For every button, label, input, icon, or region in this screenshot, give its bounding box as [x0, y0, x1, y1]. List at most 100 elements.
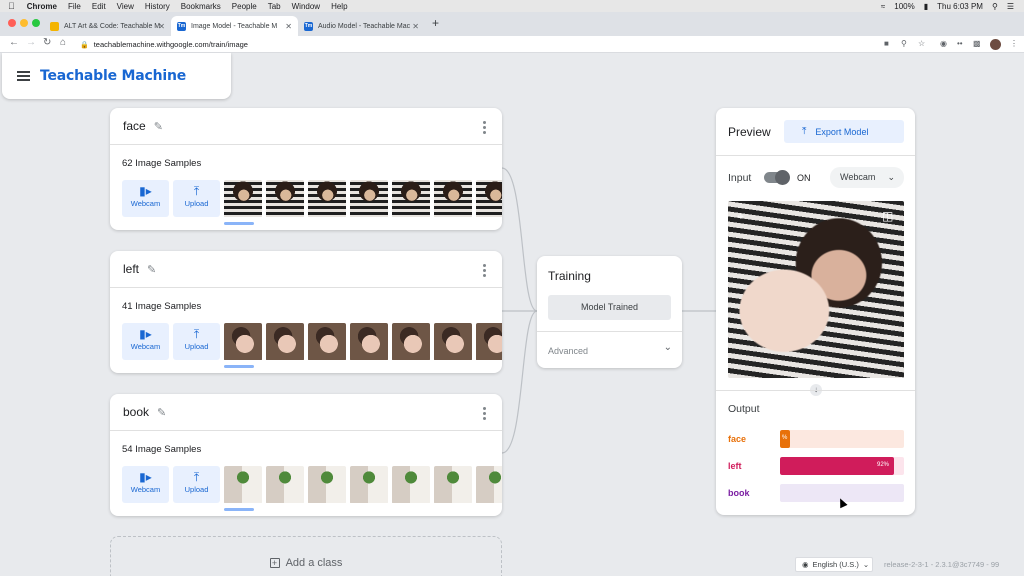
- sample-thumbnails[interactable]: [224, 466, 502, 503]
- sample-thumbnail[interactable]: [308, 323, 346, 360]
- clock-text[interactable]: Thu 6:03 PM: [937, 2, 983, 11]
- crop-icon[interactable]: ⌖: [737, 209, 744, 224]
- upload-button[interactable]: ⤒ Upload: [173, 323, 220, 360]
- chevron-down-icon[interactable]: ⌄: [664, 342, 672, 353]
- sample-thumbnail[interactable]: [392, 323, 430, 360]
- toggle-knob[interactable]: [775, 170, 790, 185]
- sample-thumbnail[interactable]: [308, 466, 346, 503]
- home-icon[interactable]: ⌂: [60, 37, 66, 48]
- extensions-puzzle-icon[interactable]: ▩: [973, 39, 981, 48]
- webcam-button[interactable]: ▮▸ Webcam: [122, 466, 169, 503]
- webcam-button[interactable]: ▮▸ Webcam: [122, 180, 169, 217]
- more-options-icon[interactable]: [483, 407, 486, 422]
- input-source-select[interactable]: Webcam ⌄: [830, 167, 904, 188]
- sample-thumbnail[interactable]: [308, 180, 346, 217]
- export-icon: ⤒: [802, 126, 807, 137]
- address-bar[interactable]: 🔒 teachablemachine.withgoogle.com/train/…: [80, 38, 248, 51]
- sample-thumbnail[interactable]: [266, 180, 304, 217]
- language-select[interactable]: ◉ English (U.S.) ⌄: [795, 557, 873, 572]
- menu-edit[interactable]: Edit: [92, 2, 106, 11]
- menu-history[interactable]: History: [145, 2, 170, 11]
- flip-camera-icon[interactable]: ◫: [882, 209, 893, 223]
- sample-thumbnail[interactable]: [476, 466, 502, 503]
- search-icon[interactable]: ⚲: [992, 2, 998, 11]
- class-name[interactable]: book: [123, 405, 149, 419]
- thumbnail-scrollbar[interactable]: [224, 222, 254, 225]
- sample-thumbnail[interactable]: [434, 466, 472, 503]
- class-name[interactable]: face: [123, 119, 146, 133]
- menu-people[interactable]: People: [232, 2, 257, 11]
- reload-icon[interactable]: ↻: [43, 37, 51, 48]
- thumbnail-scrollbar[interactable]: [224, 508, 254, 511]
- input-toggle[interactable]: [764, 170, 790, 185]
- forward-arrow-icon[interactable]: →: [26, 37, 36, 48]
- sample-thumbnail[interactable]: [266, 466, 304, 503]
- more-options-icon[interactable]: [483, 121, 486, 136]
- menu-file[interactable]: File: [68, 2, 81, 11]
- upload-button[interactable]: ⤒ Upload: [173, 466, 220, 503]
- class-name[interactable]: left: [123, 262, 139, 276]
- train-model-button[interactable]: Model Trained: [548, 295, 671, 320]
- close-window-icon[interactable]: [8, 19, 16, 27]
- sample-thumbnail[interactable]: [224, 323, 262, 360]
- menu-view[interactable]: View: [117, 2, 134, 11]
- sample-thumbnail[interactable]: [392, 180, 430, 217]
- minimize-window-icon[interactable]: [20, 19, 28, 27]
- battery-text[interactable]: 100%: [894, 2, 914, 11]
- sample-thumbnail[interactable]: [434, 180, 472, 217]
- upload-icon: ⤒: [193, 327, 200, 341]
- more-options-icon[interactable]: [483, 264, 486, 279]
- url-text[interactable]: teachablemachine.withgoogle.com/train/im…: [94, 40, 248, 49]
- pencil-icon[interactable]: ✎: [147, 263, 156, 276]
- sample-thumbnail[interactable]: [476, 323, 502, 360]
- close-tab-icon[interactable]: ✕: [285, 22, 292, 31]
- zoom-window-icon[interactable]: [32, 19, 40, 27]
- control-center-icon[interactable]: ☰: [1007, 2, 1014, 11]
- sample-thumbnail[interactable]: [224, 180, 262, 217]
- sample-thumbnail[interactable]: [350, 466, 388, 503]
- zoom-icon[interactable]: ⚲: [901, 39, 907, 48]
- sample-thumbnail[interactable]: [434, 323, 472, 360]
- tab-image-model[interactable]: Tm Image Model - Teachable M ✕: [171, 16, 298, 36]
- bookmark-star-icon[interactable]: ☆: [918, 39, 925, 48]
- profile-avatar[interactable]: [990, 39, 1001, 50]
- export-model-button[interactable]: ⤒ Export Model: [784, 120, 904, 143]
- sample-thumbnails[interactable]: [224, 180, 502, 217]
- webcam-button[interactable]: ▮▸ Webcam: [122, 323, 169, 360]
- sample-thumbnail[interactable]: [266, 323, 304, 360]
- tab-alt-art-code[interactable]: ALT Art && Code: Teachable M ✕: [44, 16, 171, 36]
- close-tab-icon[interactable]: ✕: [412, 22, 419, 31]
- pencil-icon[interactable]: ✎: [157, 406, 166, 419]
- menu-window[interactable]: Window: [292, 2, 320, 11]
- sample-thumbnail[interactable]: [224, 466, 262, 503]
- camera-in-use-icon[interactable]: ■: [884, 39, 889, 48]
- wifi-icon[interactable]: ≈: [881, 2, 885, 11]
- sample-thumbnail[interactable]: [350, 323, 388, 360]
- add-class-button[interactable]: + Add a class: [110, 536, 502, 576]
- sample-thumbnail[interactable]: [476, 180, 502, 217]
- close-tab-icon[interactable]: ✕: [158, 22, 165, 31]
- menu-icon[interactable]: [17, 69, 30, 83]
- extension-pocket-icon[interactable]: ◉: [940, 39, 947, 48]
- lock-icon[interactable]: 🔒: [80, 41, 89, 49]
- divider: [537, 331, 682, 332]
- apple-menu-icon[interactable]: : [8, 1, 15, 11]
- upload-button[interactable]: ⤒ Upload: [173, 180, 220, 217]
- back-arrow-icon[interactable]: ←: [9, 37, 19, 48]
- menu-bookmarks[interactable]: Bookmarks: [181, 2, 221, 11]
- thumbnail-scrollbar[interactable]: [224, 365, 254, 368]
- new-tab-icon[interactable]: +: [432, 16, 439, 30]
- sample-thumbnail[interactable]: [350, 180, 388, 217]
- advanced-toggle[interactable]: Advanced: [548, 346, 588, 356]
- extension-dots-icon[interactable]: ••: [957, 39, 963, 48]
- sample-thumbnail[interactable]: [392, 466, 430, 503]
- menu-help[interactable]: Help: [331, 2, 347, 11]
- menu-app-chrome[interactable]: Chrome: [27, 2, 57, 11]
- tab-audio-model[interactable]: Tm Audio Model - Teachable Mac ✕: [298, 16, 425, 36]
- sample-thumbnails[interactable]: [224, 323, 502, 360]
- menu-tab[interactable]: Tab: [268, 2, 281, 11]
- confidence-percent: %: [782, 435, 788, 441]
- pencil-icon[interactable]: ✎: [154, 120, 163, 133]
- more-menu-icon[interactable]: ⋮: [1010, 39, 1018, 48]
- app-title[interactable]: Teachable Machine: [40, 68, 186, 84]
